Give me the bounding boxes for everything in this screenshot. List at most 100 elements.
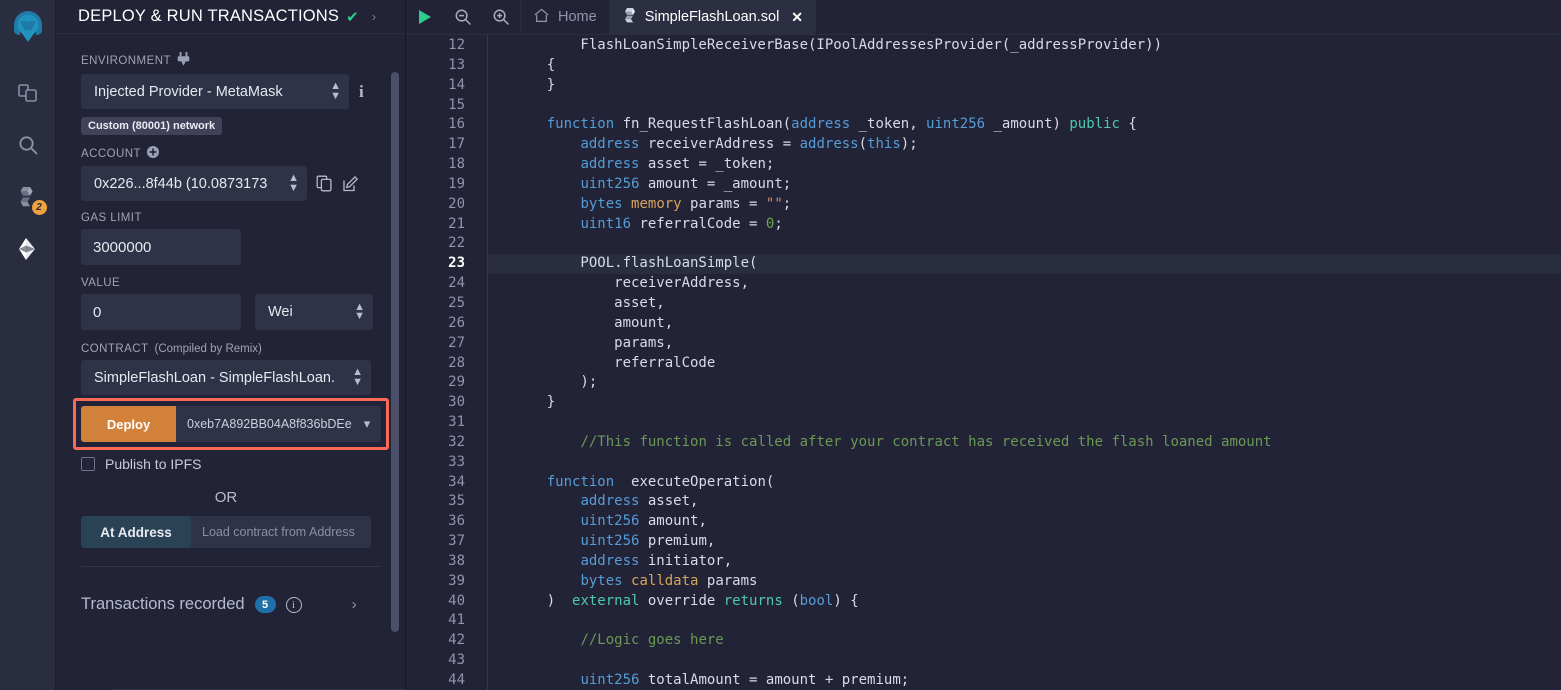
close-icon[interactable]: ✕ (791, 9, 803, 26)
code-line[interactable]: ) external override returns (bool) { (488, 592, 1561, 612)
code-line[interactable] (488, 611, 1561, 631)
code-line[interactable]: uint256 amount = _amount; (488, 175, 1561, 195)
account-select[interactable]: 0x226...8f44b (10.0873173 ▲ ▼ (81, 166, 307, 201)
remix-logo[interactable] (0, 0, 56, 55)
line-number: 16 (448, 116, 465, 133)
line-number: 31 (448, 414, 465, 431)
line-number: 38 (448, 552, 465, 569)
publish-ipfs-checkbox[interactable] (81, 457, 95, 471)
code-line[interactable]: uint256 totalAmount = amount + premium; (488, 671, 1561, 690)
tab-simpleflashloan-sol[interactable]: SimpleFlashLoan.sol ✕ (609, 0, 817, 35)
code-line[interactable]: //This function is called after your con… (488, 433, 1561, 453)
transactions-chevron-icon[interactable]: › (352, 596, 357, 613)
value-input[interactable]: 0 (81, 294, 241, 330)
line-number: 30 (448, 394, 465, 411)
code-line[interactable] (488, 651, 1561, 671)
sidebar-item-deploy-run[interactable] (0, 223, 56, 275)
line-number: 41 (448, 612, 465, 629)
code-line[interactable] (488, 234, 1561, 254)
tab-home[interactable]: Home (520, 0, 610, 35)
zoom-out-icon[interactable] (444, 0, 482, 35)
code-line[interactable] (488, 413, 1561, 433)
edit-icon[interactable] (342, 175, 360, 193)
transactions-count-badge: 5 (254, 596, 276, 613)
code-line[interactable]: address asset = _token; (488, 155, 1561, 175)
code-line[interactable]: asset, (488, 294, 1561, 314)
code-line[interactable]: uint16 referralCode = 0; (488, 215, 1561, 235)
run-script-icon[interactable] (406, 0, 444, 35)
publish-ipfs-label: Publish to IPFS (105, 456, 202, 472)
code-line[interactable]: address asset, (488, 492, 1561, 512)
chevron-right-icon[interactable]: › (372, 9, 376, 24)
panel-body: ENVIRONMENT Injected Provider - MetaMask (56, 34, 405, 690)
at-address-button[interactable]: At Address (81, 516, 191, 548)
contract-value: SimpleFlashLoan - SimpleFlashLoan. (94, 369, 335, 386)
code-line[interactable]: FlashLoanSimpleReceiverBase(IPoolAddress… (488, 36, 1561, 56)
line-number: 28 (448, 354, 465, 371)
code-line[interactable]: ); (488, 373, 1561, 393)
code-line[interactable]: { (488, 56, 1561, 76)
code-editor-pane: Home SimpleFlashLoan.sol ✕ 12 13 14 15 16 17 1 (406, 0, 1561, 690)
code-line[interactable]: bytes memory params = ""; (488, 195, 1561, 215)
code-line[interactable] (488, 453, 1561, 473)
code-line[interactable] (488, 96, 1561, 116)
deploy-address-input[interactable]: 0xeb7A892BB04A8f836bDEe (176, 406, 353, 442)
code-line[interactable]: bytes calldata params (488, 572, 1561, 592)
deploy-button[interactable]: Deploy (81, 406, 176, 442)
sidebar-item-search[interactable] (0, 119, 56, 171)
line-number: 18 (448, 156, 465, 173)
value-unit-select[interactable]: Wei ▲ ▼ (255, 294, 373, 330)
code-line[interactable]: uint256 premium, (488, 532, 1561, 552)
line-number: 12 (448, 37, 465, 53)
panel-header: DEPLOY & RUN TRANSACTIONS ✔ › (56, 0, 405, 34)
code-line[interactable]: //Logic goes here (488, 631, 1561, 651)
code-content[interactable]: FlashLoanSimpleReceiverBase(IPoolAddress… (488, 35, 1561, 690)
value-amount: 0 (93, 303, 102, 321)
code-line[interactable]: uint256 amount, (488, 512, 1561, 532)
copy-icon[interactable] (316, 175, 333, 192)
at-address-input[interactable]: Load contract from Address (191, 516, 371, 548)
code-line[interactable]: POOL.flashLoanSimple( (488, 254, 1561, 275)
check-icon: ✔ (346, 8, 359, 26)
compiler-badge-count: 2 (31, 200, 47, 215)
contract-select[interactable]: SimpleFlashLoan - SimpleFlashLoan. ▲ ▼ (81, 360, 371, 395)
code-line[interactable]: params, (488, 334, 1561, 354)
gas-limit-label: GAS LIMIT (81, 212, 381, 224)
line-number: 43 (448, 652, 465, 669)
code-line[interactable]: } (488, 76, 1561, 96)
chevron-down-icon[interactable]: ▾ (353, 406, 381, 442)
tab-simpleflashloan-sol-label: SimpleFlashLoan.sol (644, 9, 780, 25)
publish-ipfs-row[interactable]: Publish to IPFS (81, 456, 381, 472)
value-label: VALUE (81, 277, 381, 289)
code-line[interactable]: receiverAddress, (488, 274, 1561, 294)
sidepanel-scrollbar-thumb[interactable] (391, 72, 399, 632)
left-icon-bar: 2 (0, 0, 56, 690)
remix-ide-window: 2 DEPLOY & RUN TRANSACTIONS ✔ › ENVIRONM… (0, 0, 1561, 690)
sidepanel-scrollbar[interactable] (391, 68, 399, 678)
code-line[interactable]: address receiverAddress = address(this); (488, 135, 1561, 155)
sidebar-item-file-explorer[interactable] (0, 67, 56, 119)
code-line[interactable]: amount, (488, 314, 1561, 334)
home-icon (533, 7, 550, 28)
sidebar-item-solidity-compiler[interactable]: 2 (0, 171, 56, 223)
environment-select[interactable]: Injected Provider - MetaMask ▲ ▼ (81, 74, 349, 109)
account-label-text: ACCOUNT (81, 147, 142, 160)
transactions-info-icon[interactable]: i (285, 596, 302, 613)
line-number: 44 (448, 672, 465, 688)
line-number: 39 (448, 572, 465, 589)
environment-info-icon[interactable]: i (359, 82, 364, 102)
code-line[interactable]: } (488, 393, 1561, 413)
line-number: 42 (448, 632, 465, 649)
gas-limit-input[interactable]: 3000000 (81, 229, 241, 265)
transactions-recorded-row[interactable]: Transactions recorded 5 i › (56, 567, 405, 614)
chevron-updown-icon: ▲ ▼ (330, 80, 341, 102)
plus-circle-icon[interactable] (147, 146, 160, 161)
code-line[interactable]: address initiator, (488, 552, 1561, 572)
code-line[interactable]: function executeOperation( (488, 473, 1561, 493)
zoom-in-icon[interactable] (482, 0, 520, 35)
line-number: 34 (448, 473, 465, 490)
chevron-updown-icon: ▲ ▼ (288, 172, 299, 194)
line-number: 13 (448, 56, 465, 73)
code-line[interactable]: referralCode (488, 354, 1561, 374)
code-line[interactable]: function fn_RequestFlashLoan(address _to… (488, 115, 1561, 135)
